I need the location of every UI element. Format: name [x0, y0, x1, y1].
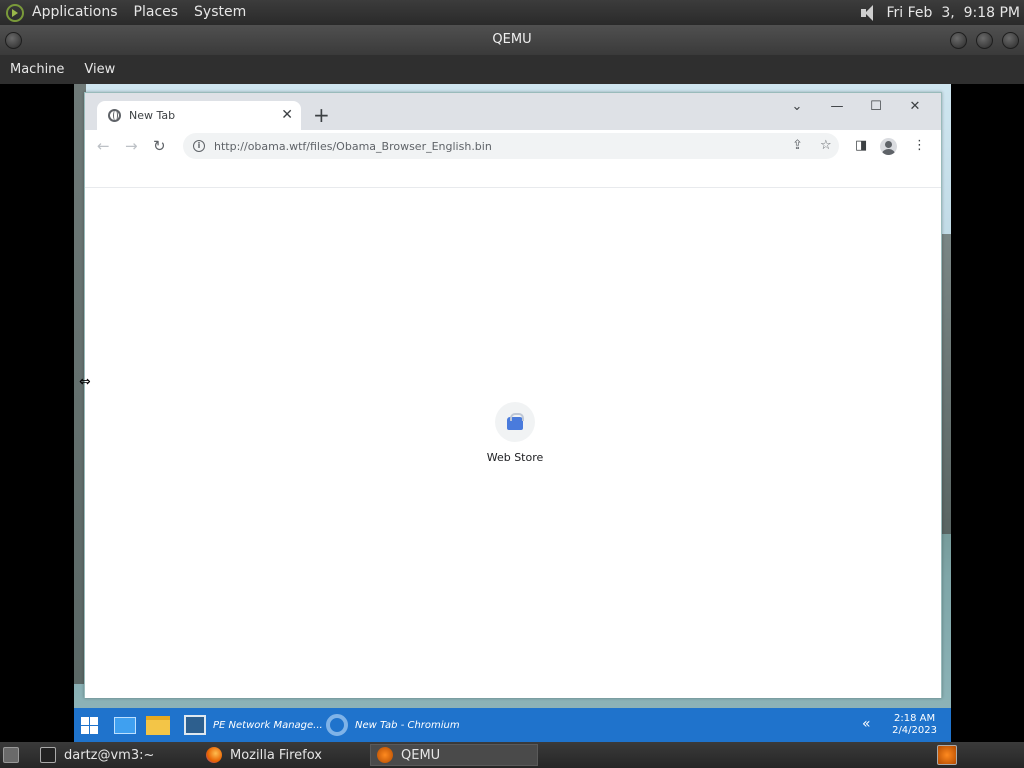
firefox-icon	[206, 747, 222, 763]
menu-places[interactable]: Places	[126, 0, 187, 25]
host-clock[interactable]: Fri Feb 3, 9:18 PM	[887, 5, 1021, 21]
close-button[interactable]	[1002, 32, 1019, 49]
forward-arrow-icon[interactable]: →	[125, 137, 138, 155]
window-menu-button[interactable]	[5, 32, 22, 49]
taskbar-item-terminal[interactable]: dartz@vm3:~	[34, 744, 160, 766]
tab-title: New Tab	[129, 109, 176, 122]
qemu-menubar: Machine View	[0, 55, 1024, 84]
chromium-icon	[326, 714, 348, 736]
qemu-titlebar: QEMU	[0, 25, 1024, 55]
qemu-window-title: QEMU	[492, 32, 532, 47]
profile-icon[interactable]	[880, 138, 897, 155]
show-desktop-icon[interactable]	[3, 747, 19, 763]
windows-taskbar: PE Network Manage... New Tab - Chromium …	[74, 708, 951, 742]
taskbar-app-chromium[interactable]: New Tab - Chromium	[326, 708, 460, 742]
tray-qemu-icon[interactable]	[937, 745, 957, 765]
wallpaper-cliff-right	[941, 234, 951, 534]
host-bottom-panel: dartz@vm3:~ Mozilla Firefox QEMU	[0, 742, 1024, 768]
maximize-button[interactable]	[976, 32, 993, 49]
back-arrow-icon[interactable]: ←	[97, 137, 110, 155]
guest-date: 2/4/2023	[892, 725, 937, 736]
chromium-window: New Tab ✕ + ⌄ — ☐ ✕ ← → ↻ i http://obama…	[84, 92, 942, 698]
address-bar[interactable]: i http://obama.wtf/files/Obama_Browser_E…	[183, 133, 839, 159]
share-icon[interactable]: ⇪	[792, 138, 803, 153]
tab-new-tab[interactable]: New Tab ✕	[97, 101, 301, 130]
file-explorer-icon[interactable]	[146, 716, 170, 735]
host-top-panel: Applications Places System Fri Feb 3, 9:…	[0, 0, 1024, 25]
web-store-icon	[495, 402, 535, 442]
tab-close-icon[interactable]: ✕	[281, 107, 293, 123]
menu-system[interactable]: System	[186, 0, 254, 25]
menu-machine[interactable]: Machine	[0, 62, 74, 77]
desktop-icon[interactable]	[114, 717, 136, 734]
globe-icon	[108, 109, 121, 122]
kebab-menu-icon[interactable]: ⋮	[913, 138, 926, 153]
url-text[interactable]: http://obama.wtf/files/Obama_Browser_Eng…	[214, 140, 492, 153]
menu-applications[interactable]: Applications	[24, 0, 126, 25]
tab-strip: New Tab ✕ + ⌄ — ☐ ✕	[85, 93, 941, 130]
taskbar-item-label: QEMU	[401, 747, 441, 763]
new-tab-button[interactable]: +	[313, 103, 330, 127]
network-manager-icon	[184, 715, 206, 735]
shortcut-label: Web Store	[486, 451, 544, 464]
minimize-button[interactable]	[950, 32, 967, 49]
guest-display[interactable]: New Tab ✕ + ⌄ — ☐ ✕ ← → ↻ i http://obama…	[74, 84, 951, 742]
close-icon[interactable]: ✕	[905, 99, 925, 114]
info-icon[interactable]: i	[193, 140, 205, 152]
resize-cursor-icon: ⇔	[79, 374, 91, 390]
shortcut-web-store[interactable]: Web Store	[460, 402, 570, 464]
taskbar-app-label: PE Network Manage...	[213, 719, 323, 731]
guest-clock[interactable]: 2:18 AM 2/4/2023	[892, 713, 937, 737]
taskbar-item-firefox[interactable]: Mozilla Firefox	[200, 744, 328, 766]
star-icon[interactable]: ☆	[820, 138, 832, 153]
maximize-icon[interactable]: ☐	[866, 99, 886, 114]
taskbar-item-qemu[interactable]: QEMU	[370, 744, 538, 766]
new-tab-page: Web Store	[85, 188, 941, 698]
taskbar-app-network-manager[interactable]: PE Network Manage...	[184, 708, 323, 742]
browser-toolbar: ← → ↻ i http://obama.wtf/files/Obama_Bro…	[85, 130, 941, 162]
menu-view[interactable]: View	[74, 62, 125, 77]
windows-start-icon[interactable]	[81, 717, 98, 734]
taskbar-item-label: Mozilla Firefox	[230, 747, 322, 763]
qemu-icon	[377, 747, 393, 763]
mate-logo-icon[interactable]	[6, 3, 24, 22]
taskbar-app-label: New Tab - Chromium	[355, 719, 460, 731]
volume-icon[interactable]	[859, 4, 879, 22]
tray-chevron-icon[interactable]: «	[862, 716, 871, 732]
minimize-icon[interactable]: —	[827, 99, 847, 114]
guest-time: 2:18 AM	[893, 713, 936, 724]
taskbar-item-label: dartz@vm3:~	[64, 747, 155, 763]
tab-search-icon[interactable]: ⌄	[787, 99, 807, 114]
terminal-icon	[40, 747, 56, 763]
reload-icon[interactable]: ↻	[153, 137, 166, 155]
side-panel-icon[interactable]: ◨	[855, 138, 867, 153]
